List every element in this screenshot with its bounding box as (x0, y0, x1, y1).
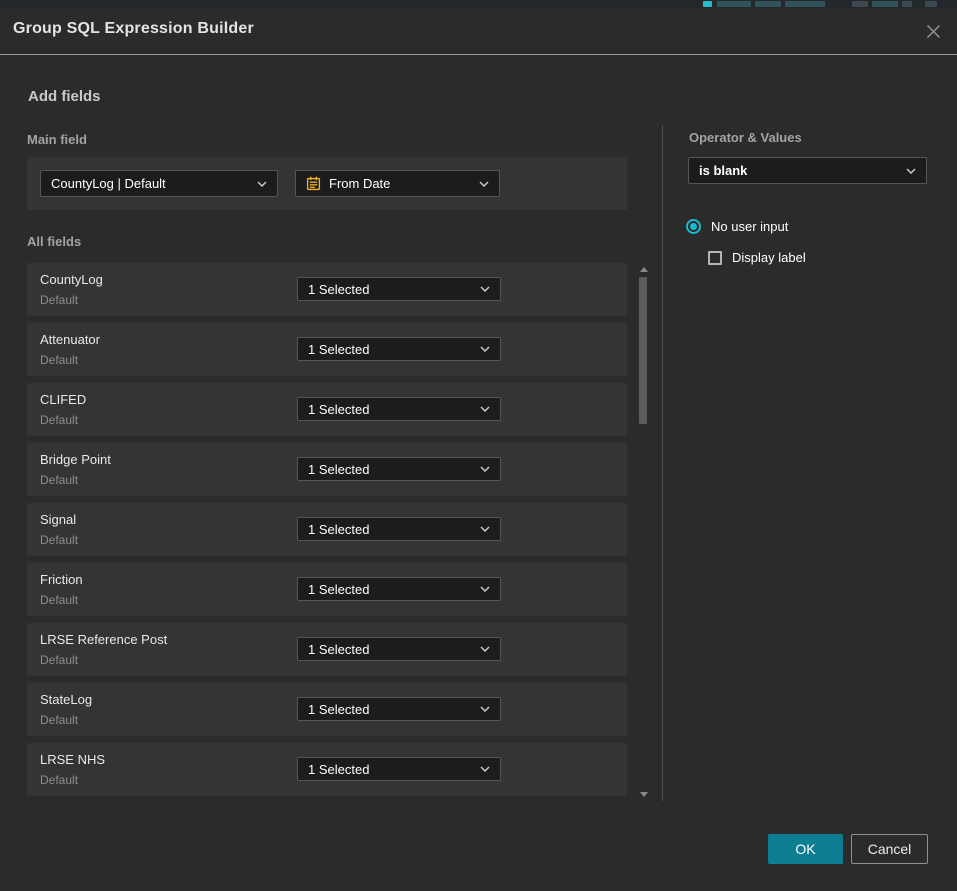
field-selected-dropdown[interactable]: 1 Selected (297, 517, 501, 541)
field-row: CountyLog Default 1 Selected (27, 263, 627, 316)
chevron-down-icon (480, 766, 490, 772)
field-row: StateLog Default 1 Selected (27, 683, 627, 736)
field-row: Bridge Point Default 1 Selected (27, 443, 627, 496)
field-subtitle: Default (40, 533, 78, 547)
dialog-titlebar: Group SQL Expression Builder (0, 9, 957, 55)
chevron-down-icon (480, 526, 490, 532)
chevron-down-icon (480, 286, 490, 292)
field-subtitle: Default (40, 353, 78, 367)
dialog-group-sql-expression-builder: Group SQL Expression Builder Add fields … (0, 9, 957, 891)
background-fragment (755, 1, 781, 7)
no-user-input-label: No user input (711, 219, 788, 234)
field-subtitle: Default (40, 473, 78, 487)
field-name: Attenuator (40, 332, 100, 347)
field-selected-value: 1 Selected (308, 462, 472, 477)
field-subtitle: Default (40, 413, 78, 427)
chevron-down-icon (480, 466, 490, 472)
field-row: Signal Default 1 Selected (27, 503, 627, 556)
chevron-down-icon (480, 646, 490, 652)
scrollbar-up-arrow-icon[interactable] (640, 267, 648, 272)
field-row: Friction Default 1 Selected (27, 563, 627, 616)
field-selected-value: 1 Selected (308, 402, 472, 417)
background-fragment (902, 1, 912, 7)
chevron-down-icon (257, 181, 267, 187)
scrollbar-down-arrow-icon[interactable] (640, 792, 648, 797)
background-fragment (717, 1, 751, 7)
display-label-checkbox[interactable]: Display label (708, 250, 806, 265)
field-row: Attenuator Default 1 Selected (27, 323, 627, 376)
chevron-down-icon (480, 706, 490, 712)
background-fragment (785, 1, 825, 7)
main-field-field-dropdown[interactable]: From Date (295, 170, 500, 197)
no-user-input-radio[interactable]: No user input (686, 219, 788, 234)
main-field-source-value: CountyLog | Default (51, 176, 249, 191)
field-name: LRSE NHS (40, 752, 105, 767)
main-field-field-value: From Date (329, 176, 471, 191)
field-row: CLIFED Default 1 Selected (27, 383, 627, 436)
operator-dropdown[interactable]: is blank (688, 157, 927, 184)
chevron-down-icon (480, 586, 490, 592)
radio-selected-icon (686, 219, 701, 234)
add-fields-heading: Add fields (28, 88, 101, 105)
close-button[interactable] (921, 19, 945, 43)
field-name: Bridge Point (40, 452, 111, 467)
background-fragment (872, 1, 898, 7)
all-fields-label: All fields (27, 234, 81, 249)
background-fragment (925, 1, 937, 7)
field-name: StateLog (40, 692, 92, 707)
screen: Group SQL Expression Builder Add fields … (0, 0, 957, 891)
field-subtitle: Default (40, 593, 78, 607)
field-selected-value: 1 Selected (308, 762, 472, 777)
operator-values-heading: Operator & Values (689, 130, 802, 145)
background-app-strip (0, 0, 957, 9)
background-fragment (703, 1, 712, 7)
operator-value: is blank (699, 163, 898, 178)
field-subtitle: Default (40, 293, 78, 307)
field-row: LRSE Reference Post Default 1 Selected (27, 623, 627, 676)
field-selected-dropdown[interactable]: 1 Selected (297, 337, 501, 361)
field-name: CountyLog (40, 272, 103, 287)
field-name: LRSE Reference Post (40, 632, 167, 647)
field-selected-value: 1 Selected (308, 582, 472, 597)
field-subtitle: Default (40, 773, 78, 787)
field-name: CLIFED (40, 392, 86, 407)
field-selected-dropdown[interactable]: 1 Selected (297, 637, 501, 661)
close-icon (926, 24, 941, 39)
field-selected-dropdown[interactable]: 1 Selected (297, 457, 501, 481)
field-subtitle: Default (40, 713, 78, 727)
background-fragment (852, 1, 868, 7)
field-selected-value: 1 Selected (308, 702, 472, 717)
chevron-down-icon (480, 346, 490, 352)
field-selected-dropdown[interactable]: 1 Selected (297, 697, 501, 721)
field-selected-dropdown[interactable]: 1 Selected (297, 397, 501, 421)
chevron-down-icon (479, 181, 489, 187)
all-fields-list: CountyLog Default 1 Selected Attenuator … (27, 263, 627, 803)
field-selected-value: 1 Selected (308, 522, 472, 537)
ok-button[interactable]: OK (768, 834, 843, 864)
dialog-title: Group SQL Expression Builder (13, 20, 254, 38)
field-selected-value: 1 Selected (308, 642, 472, 657)
chevron-down-icon (480, 406, 490, 412)
panel-divider (662, 125, 663, 801)
display-label-label: Display label (732, 250, 806, 265)
field-row: LRSE NHS Default 1 Selected (27, 743, 627, 796)
scrollbar-thumb[interactable] (639, 277, 647, 424)
checkbox-unchecked-icon (708, 251, 722, 265)
field-selected-value: 1 Selected (308, 342, 472, 357)
field-selected-dropdown[interactable]: 1 Selected (297, 577, 501, 601)
main-field-source-dropdown[interactable]: CountyLog | Default (40, 170, 278, 197)
field-name: Signal (40, 512, 76, 527)
field-name: Friction (40, 572, 83, 587)
main-field-label: Main field (27, 132, 87, 147)
field-selected-dropdown[interactable]: 1 Selected (297, 277, 501, 301)
chevron-down-icon (906, 168, 916, 174)
field-selected-value: 1 Selected (308, 282, 472, 297)
main-field-container: CountyLog | Default From Date (27, 157, 627, 210)
field-selected-dropdown[interactable]: 1 Selected (297, 757, 501, 781)
calendar-icon (306, 176, 321, 191)
fields-list-scrollbar[interactable] (639, 263, 648, 801)
field-subtitle: Default (40, 653, 78, 667)
cancel-button[interactable]: Cancel (851, 834, 928, 864)
